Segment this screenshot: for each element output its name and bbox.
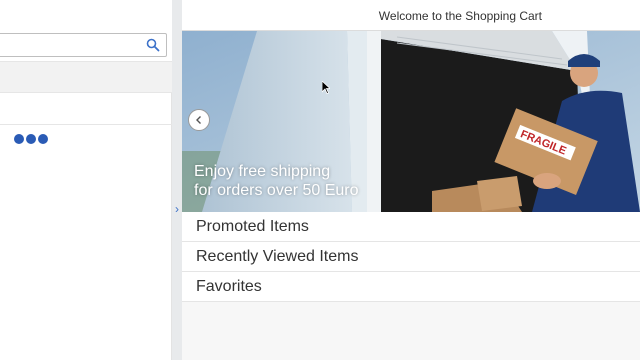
master-list-divider bbox=[0, 124, 172, 125]
chevron-right-icon[interactable]: › bbox=[173, 202, 181, 216]
chevron-left-icon bbox=[196, 116, 201, 124]
caption-line-1: Enjoy free shipping bbox=[194, 163, 331, 180]
pane-splitter[interactable] bbox=[172, 0, 182, 360]
detail-background bbox=[182, 303, 640, 360]
master-search-bar bbox=[0, 0, 172, 61]
list-item-favorites[interactable]: Favorites bbox=[182, 272, 640, 302]
search-input[interactable] bbox=[0, 34, 141, 56]
detail-pane: Welcome to the Shopping Cart FRAGILE Enj… bbox=[182, 0, 640, 360]
page-title: Welcome to the Shopping Cart bbox=[378, 9, 542, 23]
busy-dot bbox=[14, 134, 24, 144]
list-item-promoted[interactable]: Promoted Items bbox=[182, 212, 640, 242]
promo-carousel[interactable]: FRAGILE Enjoy free shipping for orders o… bbox=[182, 31, 640, 212]
busy-indicator bbox=[14, 134, 48, 144]
caption-line-2: for orders over 50 Euro bbox=[194, 182, 359, 199]
master-pane bbox=[0, 0, 172, 360]
search-icon[interactable] bbox=[146, 38, 160, 52]
busy-dot bbox=[26, 134, 36, 144]
app-root: › Welcome to the Shopping Cart FRAGILE E… bbox=[0, 0, 640, 360]
carousel-caption: Enjoy free shipping for orders over 50 E… bbox=[194, 162, 359, 200]
busy-dot bbox=[38, 134, 48, 144]
detail-header: Welcome to the Shopping Cart bbox=[182, 0, 640, 31]
mouse-cursor-icon bbox=[322, 81, 330, 94]
category-list: Promoted Items Recently Viewed Items Fav… bbox=[182, 212, 640, 302]
master-toolbar bbox=[0, 61, 172, 93]
carousel-prev-button[interactable] bbox=[188, 109, 210, 131]
list-item-recently-viewed[interactable]: Recently Viewed Items bbox=[182, 242, 640, 272]
search-field[interactable] bbox=[0, 33, 167, 57]
